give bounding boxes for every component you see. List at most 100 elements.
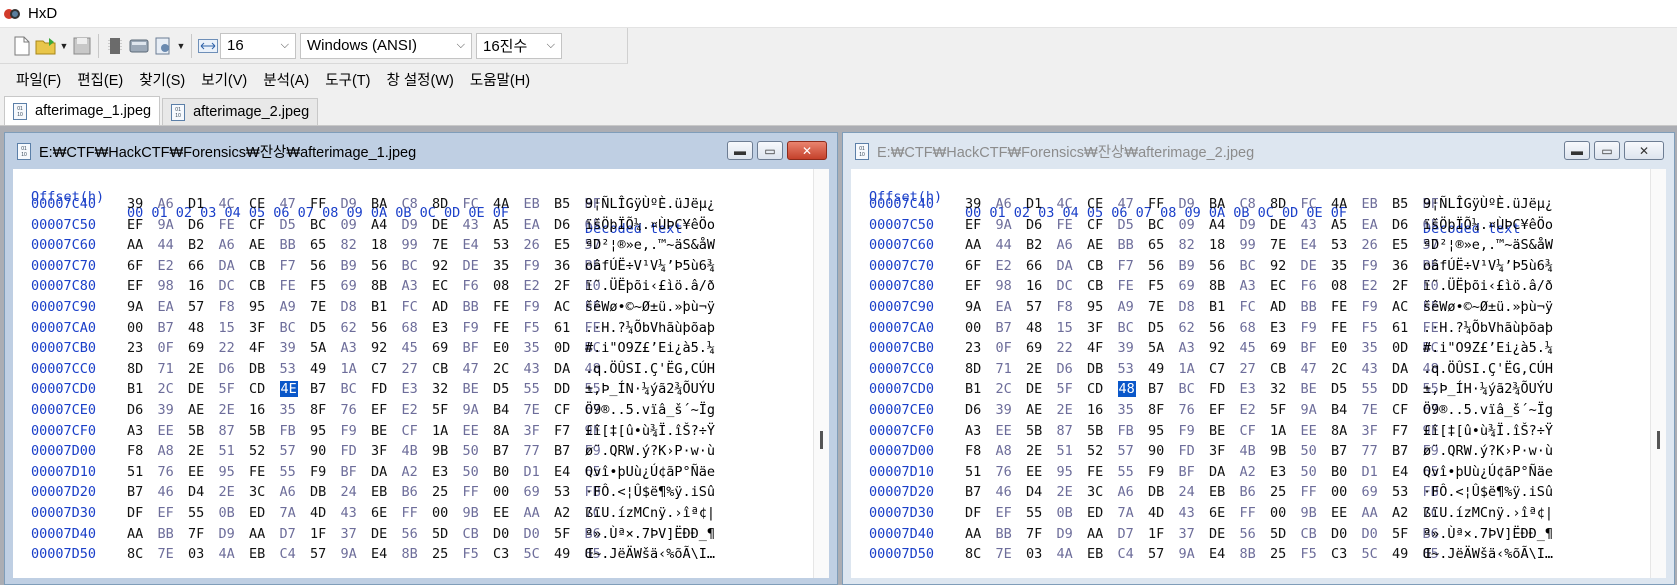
hex-byte[interactable]: 5C xyxy=(1362,546,1393,562)
hex-byte[interactable]: F6 xyxy=(463,278,494,294)
row-decoded-text[interactable]: ·FÔ.<¦Û$ë¶%ÿ.iSû xyxy=(1423,484,1553,500)
hex-byte[interactable]: 08 xyxy=(1331,278,1362,294)
hex-byte[interactable]: B7 xyxy=(1148,381,1179,397)
hex-byte[interactable]: 2F xyxy=(1392,278,1423,294)
hex-byte[interactable]: D6 xyxy=(1057,361,1088,377)
hex-byte[interactable]: AA xyxy=(1362,505,1393,521)
hex-byte[interactable]: 3F xyxy=(1087,320,1118,336)
hex-byte[interactable]: B6 xyxy=(1240,484,1271,500)
hex-byte[interactable]: D8 xyxy=(341,299,372,315)
hex-byte[interactable]: 51 xyxy=(219,443,250,459)
hex-byte[interactable]: 7E xyxy=(1362,402,1393,418)
row-decoded-text[interactable]: £î[‡[û•ù¾Ï.îŠ?÷Ÿ xyxy=(585,423,715,439)
hex-byte[interactable]: E0 xyxy=(493,340,524,356)
hex-byte[interactable]: EF xyxy=(965,278,996,294)
hex-byte[interactable]: B9 xyxy=(341,258,372,274)
hex-byte[interactable]: 68 xyxy=(402,320,433,336)
hex-byte[interactable]: CB xyxy=(432,361,463,377)
hex-byte[interactable]: 55 xyxy=(1362,381,1393,397)
hex-byte[interactable]: 51 xyxy=(127,464,158,480)
hex-byte[interactable]: A6 xyxy=(219,237,250,253)
hex-byte[interactable]: 9A xyxy=(341,546,372,562)
hex-byte[interactable]: 69 xyxy=(524,484,555,500)
hex-byte[interactable]: A6 xyxy=(996,196,1027,212)
hex-byte[interactable]: FC xyxy=(1240,299,1271,315)
hex-byte[interactable]: DF xyxy=(127,505,158,521)
hex-byte[interactable]: 35 xyxy=(1362,340,1393,356)
hex-byte[interactable]: 57 xyxy=(1026,299,1057,315)
hex-byte[interactable]: D7 xyxy=(1118,526,1149,542)
hex-byte[interactable]: 26 xyxy=(1362,237,1393,253)
hex-byte[interactable]: EE xyxy=(158,423,189,439)
hex-byte[interactable]: 2E xyxy=(1057,484,1088,500)
tab-afterimage-1[interactable]: 01 10 afterimage_1.jpeg xyxy=(4,96,161,125)
hex-byte[interactable]: F7 xyxy=(280,258,311,274)
hex-byte[interactable]: 1A xyxy=(432,423,463,439)
hex-byte[interactable]: D0 xyxy=(1331,526,1362,542)
hex-byte[interactable]: 56 xyxy=(1240,526,1271,542)
hex-byte[interactable]: 56 xyxy=(402,526,433,542)
hex-byte[interactable]: EF xyxy=(158,505,189,521)
row-decoded-text[interactable]: #.i"O9Z£’Ei¿à5.¼ xyxy=(585,340,715,356)
row-decoded-text[interactable]: ø¨.QRW.ý?K›P·w·ù xyxy=(585,443,715,459)
hex-byte[interactable]: A2 xyxy=(1392,505,1423,521)
hex-byte[interactable]: 4D xyxy=(310,505,341,521)
row-decoded-text[interactable]: .·H.?¼ÕbVhãùþõaþ xyxy=(1423,320,1553,336)
hex-byte[interactable]: 87 xyxy=(219,423,250,439)
row-decoded-text[interactable]: Ö9®..5.vïâ_š´~Ïg xyxy=(1423,402,1553,418)
hex-byte[interactable]: ED xyxy=(1087,505,1118,521)
hex-byte[interactable]: 0D xyxy=(554,340,585,356)
hex-byte[interactable]: E4 xyxy=(1209,546,1240,562)
hex-byte[interactable]: FD xyxy=(341,443,372,459)
hex-byte[interactable]: BC xyxy=(402,258,433,274)
hex-byte[interactable]: 8C xyxy=(127,546,158,562)
window-title-bar[interactable]: 01 10 E:₩CTF₩HackCTF₩Forensics₩잔상₩afterim… xyxy=(5,133,837,169)
hex-byte[interactable]: 37 xyxy=(1179,526,1210,542)
hex-byte[interactable]: 57 xyxy=(188,299,219,315)
bytes-per-row-select[interactable]: 16 ⌵ xyxy=(220,32,296,59)
hex-byte[interactable]: 76 xyxy=(341,402,372,418)
hex-byte[interactable]: 8F xyxy=(310,402,341,418)
hex-byte[interactable]: A8 xyxy=(996,443,1027,459)
hex-byte[interactable]: 5A xyxy=(1148,340,1179,356)
hex-byte[interactable]: 35 xyxy=(524,340,555,356)
hex-byte[interactable]: CE xyxy=(1087,196,1118,212)
hex-byte[interactable]: 2E xyxy=(1057,402,1088,418)
hex-byte[interactable]: CF xyxy=(1392,402,1423,418)
hex-byte[interactable]: B1 xyxy=(1209,299,1240,315)
hex-byte[interactable]: 95 xyxy=(310,423,341,439)
hex-byte[interactable]: 43 xyxy=(1362,361,1393,377)
hex-byte[interactable]: 57 xyxy=(310,546,341,562)
hex-byte[interactable]: 69 xyxy=(341,278,372,294)
row-decoded-text[interactable]: ßïU.ízMCnÿ.›îª¢| xyxy=(585,505,715,521)
hex-byte[interactable]: BC xyxy=(310,217,341,233)
row-decoded-text[interactable]: ï˜.ÜËþõi‹£ìö.â/ð xyxy=(585,278,715,294)
hex-byte[interactable]: 00 xyxy=(1331,484,1362,500)
hex-byte[interactable]: F9 xyxy=(463,320,494,336)
row-decoded-text[interactable]: ª».Ùª×.7ÞV]ËÐÐ_¶ xyxy=(1423,526,1553,542)
hex-byte[interactable]: CF xyxy=(1240,423,1271,439)
hex-byte[interactable]: A9 xyxy=(280,299,311,315)
hex-byte[interactable]: 49 xyxy=(1392,546,1423,562)
hex-byte[interactable]: 55 xyxy=(1118,464,1149,480)
hex-byte[interactable]: AA xyxy=(1087,526,1118,542)
row-decoded-text[interactable]: Œ~.JëÄWšä‹%õÃ\I… xyxy=(585,546,715,562)
hex-byte[interactable]: E2 xyxy=(402,402,433,418)
hex-byte[interactable]: 2E xyxy=(219,484,250,500)
hex-byte[interactable]: E4 xyxy=(1301,237,1332,253)
row-decoded-text[interactable]: ª».Ùª×.7ÞV]ËÐÐ_¶ xyxy=(585,526,715,542)
hex-byte[interactable]: 44 xyxy=(158,237,189,253)
row-decoded-text[interactable]: ïšÖþÏÕ¼.¤ÙÞC¥êÖo xyxy=(585,217,715,233)
hex-byte[interactable]: 36 xyxy=(554,258,585,274)
hex-byte[interactable]: B0 xyxy=(493,464,524,480)
hex-byte[interactable]: DA xyxy=(554,361,585,377)
hex-byte[interactable]: B1 xyxy=(965,381,996,397)
hex-byte[interactable]: C4 xyxy=(280,546,311,562)
row-decoded-text[interactable]: ø¨.QRW.ý?K›P·w·ù xyxy=(1423,443,1553,459)
hex-byte[interactable]: C8 xyxy=(1240,196,1271,212)
hex-byte[interactable]: 52 xyxy=(249,443,280,459)
hex-byte[interactable]: 45 xyxy=(402,340,433,356)
hex-byte[interactable]: B4 xyxy=(1331,402,1362,418)
hex-byte[interactable]: 51 xyxy=(965,464,996,480)
hex-byte[interactable]: EA xyxy=(996,299,1027,315)
